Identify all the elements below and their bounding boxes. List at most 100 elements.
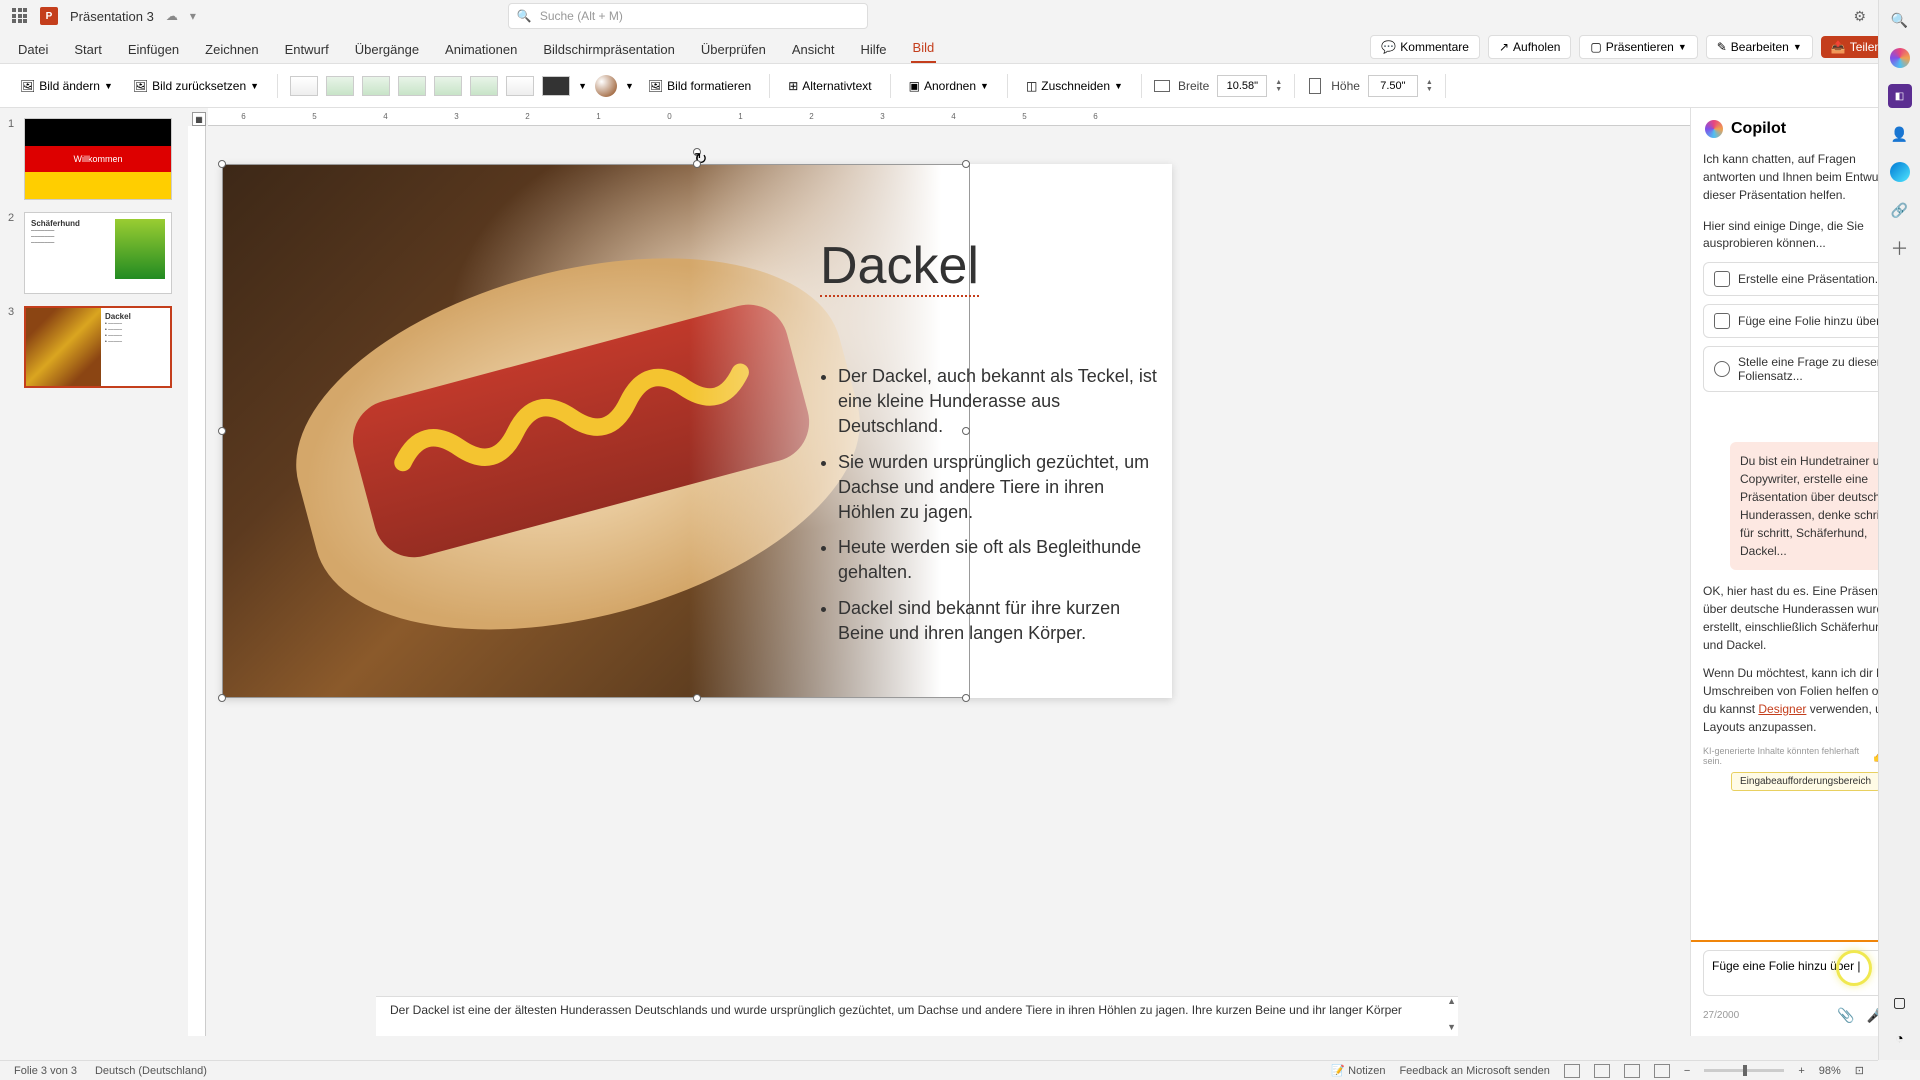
- comments-button[interactable]: 💬 Kommentare: [1370, 35, 1480, 59]
- chevron-down-icon[interactable]: ▼: [625, 81, 634, 91]
- menu-hilfe[interactable]: Hilfe: [859, 36, 889, 63]
- menu-bildschirmpraesentation[interactable]: Bildschirmpräsentation: [541, 36, 677, 63]
- width-icon: [1154, 80, 1170, 92]
- menu-ansicht[interactable]: Ansicht: [790, 36, 837, 63]
- menu-datei[interactable]: Datei: [16, 36, 50, 63]
- toolbar: 🖼 Bild ändern ▼ 🖼 Bild zurücksetzen ▼ ▼ …: [0, 64, 1920, 108]
- menu-einfuegen[interactable]: Einfügen: [126, 36, 181, 63]
- picture-style-2[interactable]: [326, 76, 354, 96]
- slide-canvas[interactable]: ↻ Dackel Der Dackel, auch bekannt als Te…: [222, 164, 1172, 698]
- notes-scroll-down-icon[interactable]: ▼: [1447, 1022, 1456, 1032]
- zoom-slider[interactable]: [1704, 1069, 1784, 1072]
- bullet-4: Dackel sind bekannt für ihre kurzen Bein…: [838, 596, 1160, 646]
- reading-view-button[interactable]: [1624, 1064, 1640, 1078]
- resize-handle-tm[interactable]: [693, 160, 701, 168]
- width-spinner[interactable]: ▲▼: [1275, 79, 1282, 93]
- rail-edge-icon[interactable]: [1888, 160, 1912, 184]
- edit-button[interactable]: ✎ Bearbeiten ▼: [1706, 35, 1813, 59]
- menu-ueberpruefen[interactable]: Überprüfen: [699, 36, 768, 63]
- resize-handle-bm[interactable]: [693, 694, 701, 702]
- bullet-1: Der Dackel, auch bekannt als Teckel, ist…: [838, 364, 1160, 440]
- resize-handle-bl[interactable]: [218, 694, 226, 702]
- attach-icon[interactable]: 📎: [1837, 1007, 1854, 1024]
- normal-view-button[interactable]: [1564, 1064, 1580, 1078]
- slideshow-view-button[interactable]: [1654, 1064, 1670, 1078]
- height-input[interactable]: [1368, 75, 1418, 97]
- designer-link[interactable]: Designer: [1758, 702, 1806, 716]
- rail-contacts-icon[interactable]: 👤: [1888, 122, 1912, 146]
- resize-handle-ml[interactable]: [218, 427, 226, 435]
- present-button[interactable]: ▢ Präsentieren ▼: [1579, 35, 1697, 59]
- chevron-down-icon[interactable]: ▼: [1678, 42, 1687, 52]
- copilot-logo-icon: [1705, 120, 1723, 138]
- picture-style-4[interactable]: [398, 76, 426, 96]
- slide-thumbnail-2[interactable]: 2 Schäferhund–––––––––––––––––––––: [8, 212, 180, 294]
- app-launcher-icon[interactable]: [12, 8, 28, 24]
- menu-bild[interactable]: Bild: [911, 34, 937, 63]
- menu-start[interactable]: Start: [72, 36, 103, 63]
- zoom-out-icon[interactable]: −: [1684, 1065, 1690, 1077]
- change-image-button[interactable]: 🖼 Bild ändern ▼: [14, 75, 119, 97]
- picture-style-6[interactable]: [470, 76, 498, 96]
- rail-feedback-icon[interactable]: ◔: [1888, 1026, 1912, 1050]
- zoom-in-icon[interactable]: +: [1798, 1065, 1804, 1077]
- slide-thumbnail-panel: 1 Willkommen 2 Schäferhund––––––––––––––…: [0, 108, 188, 1036]
- arrange-button[interactable]: ▣ Anordnen ▼: [903, 75, 995, 97]
- slide-content[interactable]: Der Dackel, auch bekannt als Teckel, ist…: [820, 364, 1160, 656]
- resize-handle-br[interactable]: [962, 694, 970, 702]
- picture-style-8[interactable]: [542, 76, 570, 96]
- slide-title[interactable]: Dackel: [820, 236, 979, 296]
- rotate-handle[interactable]: ↻: [693, 148, 701, 156]
- ruler-vertical: [188, 126, 206, 1036]
- chevron-down-icon[interactable]: ▼: [1793, 42, 1802, 52]
- cloud-saved-icon[interactable]: ☁: [166, 9, 178, 23]
- menu-uebergaenge[interactable]: Übergänge: [353, 36, 421, 63]
- rail-files-icon[interactable]: ▢: [1888, 990, 1912, 1014]
- slide-thumbnail-3[interactable]: 3 Dackel• –––––• –––––• –––––• –––––: [8, 306, 180, 388]
- canvas-area[interactable]: ▦ 6543210123456 ↻: [188, 108, 1690, 1036]
- width-input[interactable]: [1217, 75, 1267, 97]
- styles-more-icon[interactable]: ▼: [578, 81, 587, 91]
- picture-style-1[interactable]: [290, 76, 318, 96]
- alt-text-button[interactable]: ⊞ Alternativtext: [782, 75, 877, 97]
- menu-entwurf[interactable]: Entwurf: [283, 36, 331, 63]
- dropdown-icon[interactable]: ▾: [190, 9, 196, 23]
- presentation-icon: [1714, 271, 1730, 287]
- picture-style-7[interactable]: [506, 76, 534, 96]
- catchup-button[interactable]: ↗ Aufholen: [1488, 35, 1571, 59]
- rail-links-icon[interactable]: 🔗: [1888, 198, 1912, 222]
- slide-thumbnail-1[interactable]: 1 Willkommen: [8, 118, 180, 200]
- format-image-button[interactable]: 🖼 Bild formatieren: [642, 75, 757, 97]
- notes-scroll-up-icon[interactable]: ▲: [1447, 996, 1456, 1006]
- notes-area[interactable]: Der Dackel ist eine der ältesten Hundera…: [376, 996, 1458, 1036]
- notes-toggle[interactable]: 📝 Notizen: [1331, 1064, 1385, 1077]
- picture-effects-button[interactable]: [595, 75, 617, 97]
- picture-style-3[interactable]: [362, 76, 390, 96]
- rail-copilot-icon[interactable]: [1888, 46, 1912, 70]
- resize-handle-tl[interactable]: [218, 160, 226, 168]
- search-input[interactable]: 🔍 Suche (Alt + M): [508, 3, 868, 29]
- rail-add-icon[interactable]: ＋: [1888, 236, 1912, 260]
- height-spinner[interactable]: ▲▼: [1426, 79, 1433, 93]
- status-bar: Folie 3 von 3 Deutsch (Deutschland) 📝 No…: [0, 1060, 1878, 1080]
- menu-zeichnen[interactable]: Zeichnen: [203, 36, 260, 63]
- bullet-3: Heute werden sie oft als Begleithunde ge…: [838, 535, 1160, 585]
- rail-search-icon[interactable]: 🔍: [1888, 8, 1912, 32]
- rail-designer-icon[interactable]: ◧: [1888, 84, 1912, 108]
- settings-icon[interactable]: ⚙: [1853, 8, 1866, 25]
- menu-animationen[interactable]: Animationen: [443, 36, 519, 63]
- ruler-toggle-button[interactable]: ▦: [192, 112, 206, 126]
- reset-image-button[interactable]: 🖼 Bild zurücksetzen ▼: [127, 75, 265, 97]
- slide-counter[interactable]: Folie 3 von 3: [14, 1065, 77, 1077]
- picture-style-5[interactable]: [434, 76, 462, 96]
- slide-sorter-button[interactable]: [1594, 1064, 1610, 1078]
- resize-handle-tr[interactable]: [962, 160, 970, 168]
- bullet-2: Sie wurden ursprünglich gezüchtet, um Da…: [838, 450, 1160, 526]
- feedback-link[interactable]: Feedback an Microsoft senden: [1399, 1065, 1549, 1077]
- language-indicator[interactable]: Deutsch (Deutschland): [95, 1065, 207, 1077]
- crop-button[interactable]: ◫ Zuschneiden ▼: [1020, 75, 1129, 97]
- title-bar: P Präsentation 3 ☁ ▾ 🔍 Suche (Alt + M) ⚙: [0, 0, 1920, 32]
- zoom-level[interactable]: 98%: [1819, 1065, 1841, 1077]
- fit-to-window-icon[interactable]: ⊡: [1855, 1064, 1864, 1077]
- document-title[interactable]: Präsentation 3: [70, 9, 154, 24]
